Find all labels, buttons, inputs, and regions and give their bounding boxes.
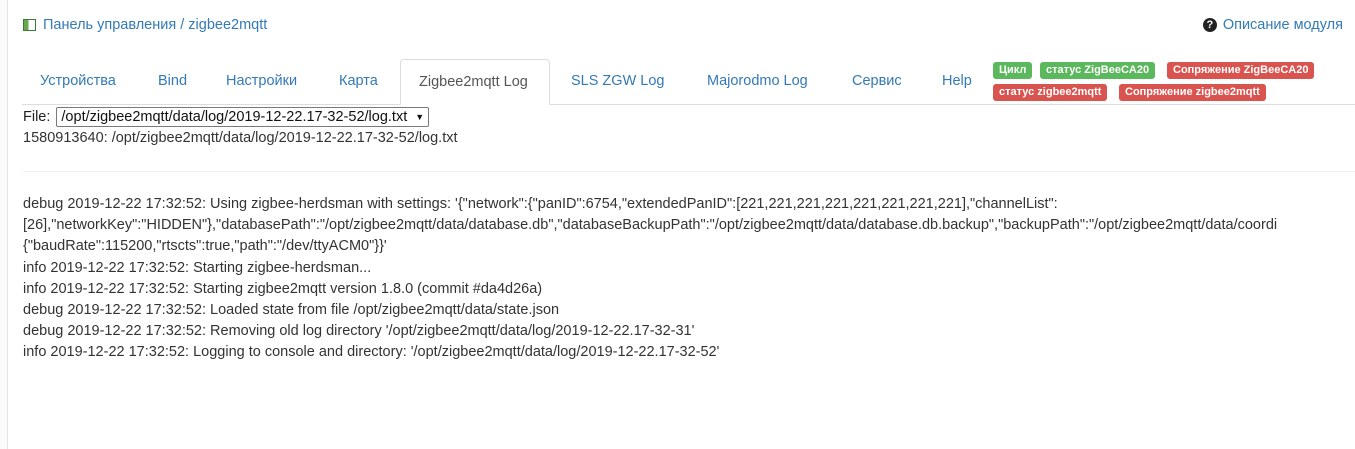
tab-majordomo-log[interactable]: Majorodmo Log (689, 59, 826, 104)
file-select[interactable]: /opt/zigbee2mqtt/data/log/2019-12-22.17-… (56, 107, 430, 127)
badge-pairing-zigbee2mqtt[interactable]: Сопряжение zigbee2mqtt (1119, 84, 1266, 101)
file-path-line: 1580913640: /opt/zigbee2mqtt/data/log/20… (23, 130, 458, 146)
module-description-label: Описание модуля (1222, 17, 1343, 33)
badge-status-zigbeeca20[interactable]: статус ZigBeeCA20 (1040, 62, 1156, 79)
log-line: debug 2019-12-22 17:32:52: Using zigbee-… (23, 196, 1058, 212)
divider (23, 171, 1355, 172)
badge-cycle[interactable]: Цикл (993, 62, 1033, 79)
log-line: [26],"networkKey":"HIDDEN"},"databasePat… (23, 217, 1278, 234)
badge-status-zigbee2mqtt[interactable]: статус zigbee2mqtt (993, 84, 1108, 101)
left-border (0, 0, 8, 449)
question-circle-icon: ? (1202, 18, 1217, 32)
tab-devices[interactable]: Устройства (22, 59, 134, 104)
file-select-value: /opt/zigbee2mqtt/data/log/2019-12-22.17-… (61, 109, 408, 125)
badge-pairing-zigbeeca20[interactable]: Сопряжение ZigBeeCA20 (1167, 62, 1315, 79)
log-line: info 2019-12-22 17:32:52: Starting zigbe… (23, 259, 372, 276)
log-line: info 2019-12-22 17:32:52: Starting zigbe… (23, 280, 543, 297)
tab-help[interactable]: Help (924, 59, 990, 104)
dropdown-arrow-icon: ▼ (415, 112, 425, 122)
header: Панель управления / zigbee2mqtt ? Описан… (23, 17, 1343, 37)
module-icon (23, 19, 36, 31)
breadcrumb: Панель управления / zigbee2mqtt (23, 17, 267, 33)
tab-service[interactable]: Сервис (834, 59, 920, 104)
file-label: File: (23, 109, 51, 125)
tab-bind[interactable]: Bind (140, 59, 205, 104)
log-line: debug 2019-12-22 17:32:52: Removing old … (23, 323, 695, 340)
log-line: {"baudRate":115200,"rtscts":true,"path":… (23, 238, 387, 255)
module-description-link[interactable]: ? Описание модуля (1202, 17, 1343, 33)
log-line: info 2019-12-22 17:32:52: Logging to con… (23, 344, 720, 361)
breadcrumb-link[interactable]: Панель управления / zigbee2mqtt (43, 17, 267, 33)
tab-settings[interactable]: Настройки (208, 59, 315, 104)
log-line: debug 2019-12-22 17:32:52: Loaded state … (23, 302, 560, 319)
log-output: debug 2019-12-22 17:32:52: Using zigbee-… (23, 194, 1355, 364)
tab-map[interactable]: Карта (321, 59, 396, 104)
file-row: File: /opt/zigbee2mqtt/data/log/2019-12-… (23, 107, 430, 127)
tab-zigbee2mqtt-log[interactable]: Zigbee2mqtt Log (400, 59, 550, 105)
tab-sls-zgw-log[interactable]: SLS ZGW Log (553, 59, 682, 104)
